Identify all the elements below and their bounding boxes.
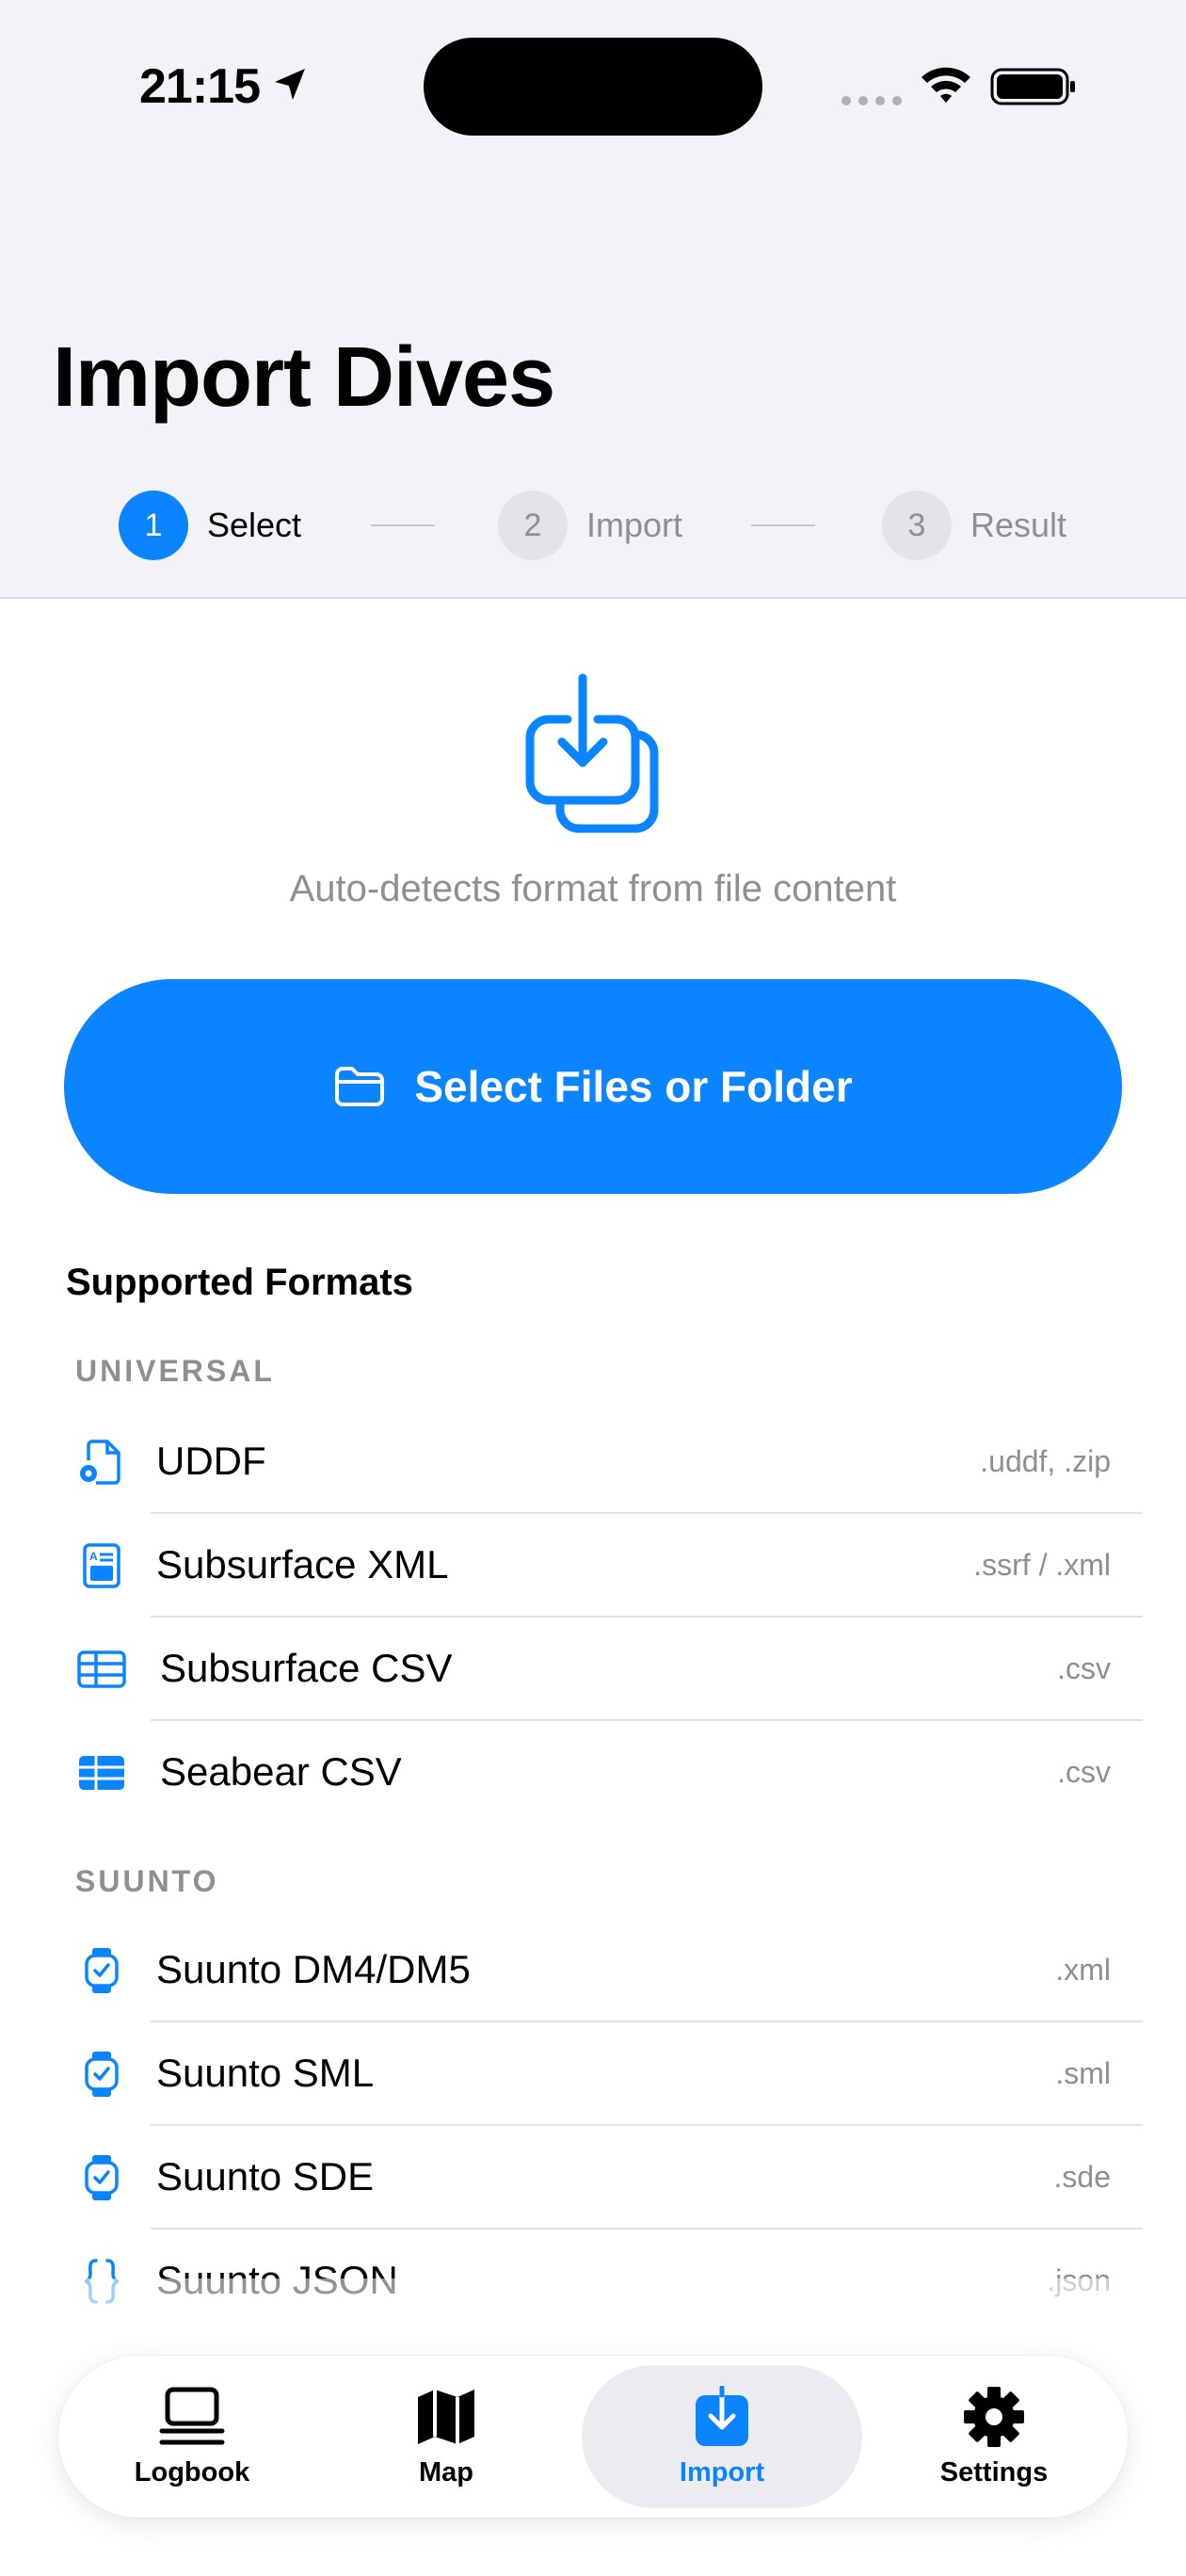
step-import: 2 Import <box>498 490 682 561</box>
battery-icon <box>990 68 1075 105</box>
tab-bar: Logbook Map Import Settings <box>58 2356 1128 2518</box>
group-label-suunto: SUUNTO <box>75 1864 219 1898</box>
step-connector <box>371 524 435 526</box>
supported-formats-heading: Supported Formats <box>66 1262 413 1303</box>
format-name: Subsurface XML <box>156 1542 449 1586</box>
tab-label: Map <box>419 2456 473 2487</box>
tab-import[interactable]: Import <box>582 2365 862 2508</box>
format-row-seabear-csv[interactable]: Seabear CSV .csv <box>0 1721 1186 1825</box>
format-row-subsurface-xml[interactable]: A Subsurface XML .ssrf / .xml <box>0 1514 1186 1618</box>
format-row-subsurface-csv[interactable]: Subsurface CSV .csv <box>0 1618 1186 1721</box>
step-number: 3 <box>882 491 952 560</box>
step-number: 1 <box>119 491 188 560</box>
page-title: Import Dives <box>53 330 555 425</box>
table-filled-icon <box>79 1756 124 1790</box>
step-connector <box>751 524 815 526</box>
format-name: UDDF <box>156 1439 266 1483</box>
step-label: Import <box>586 506 683 544</box>
import-stepper: 1 Select 2 Import 3 Result <box>0 490 1186 561</box>
format-extension: .uddf, .zip <box>980 1444 1111 1478</box>
cellular-signal-icon <box>841 96 902 105</box>
select-files-label: Select Files or Folder <box>414 1062 853 1111</box>
gear-icon <box>964 2386 1024 2447</box>
format-extension: .csv <box>1057 1651 1111 1685</box>
format-extension: .ssrf / .xml <box>973 1548 1111 1582</box>
dynamic-island <box>424 38 762 136</box>
format-extension: .csv <box>1057 1755 1111 1789</box>
format-name: Suunto SDE <box>156 2154 375 2198</box>
tab-label: Logbook <box>134 2456 250 2487</box>
tab-label: Import <box>679 2456 765 2487</box>
format-name: Seabear CSV <box>160 1749 402 1794</box>
step-select: 1 Select <box>119 490 301 561</box>
map-icon <box>418 2389 474 2444</box>
format-name: Suunto SML <box>156 2051 375 2095</box>
import-icon <box>696 2385 748 2446</box>
wifi-icon <box>922 67 970 103</box>
location-arrow-icon <box>275 69 305 100</box>
format-row-suunto-sml[interactable]: Suunto SML .sml <box>0 2022 1186 2126</box>
logbook-icon <box>159 2387 225 2444</box>
group-label-universal: UNIVERSAL <box>75 1354 275 1388</box>
step-result: 3 Result <box>882 490 1066 561</box>
doc-richtext-icon: A <box>83 1543 120 1588</box>
select-files-button[interactable]: Select Files or Folder <box>64 979 1122 1194</box>
watch-icon <box>85 2052 119 2097</box>
step-label: Result <box>970 506 1067 544</box>
format-extension: .sml <box>1055 2056 1111 2090</box>
format-name: Suunto DM4/DM5 <box>156 1947 471 1991</box>
tab-map[interactable]: Map <box>313 2356 580 2518</box>
step-label: Select <box>207 506 302 544</box>
tab-settings[interactable]: Settings <box>860 2356 1128 2518</box>
table-icon <box>77 1650 126 1688</box>
format-name: Subsurface CSV <box>160 1646 453 1690</box>
step-number: 2 <box>498 491 568 560</box>
tab-label: Settings <box>939 2456 1049 2487</box>
format-extension: .xml <box>1055 1953 1111 1987</box>
watch-icon <box>85 2155 119 2200</box>
folder-icon <box>335 1067 385 1106</box>
navigation-header: 21:15 Import Dives 1 Select 2 Import 3 R… <box>0 0 1186 599</box>
format-row-suunto-sde[interactable]: Suunto SDE .sde <box>0 2126 1186 2230</box>
tab-logbook[interactable]: Logbook <box>58 2356 326 2518</box>
watch-icon <box>85 1948 119 1993</box>
square-and-arrow-down-on-square-icon <box>525 673 659 833</box>
doc-gear-icon <box>80 1440 120 1485</box>
format-autodetect-caption: Auto-detects format from file content <box>289 868 897 910</box>
status-bar: 21:15 <box>0 0 1186 169</box>
status-time: 21:15 <box>139 59 261 114</box>
format-row-uddf[interactable]: UDDF .uddf, .zip <box>0 1410 1186 1514</box>
format-row-suunto-dm[interactable]: Suunto DM4/DM5 .xml <box>0 1919 1186 2022</box>
svg-text:A: A <box>89 1550 98 1563</box>
format-extension: .sde <box>1053 2160 1111 2194</box>
